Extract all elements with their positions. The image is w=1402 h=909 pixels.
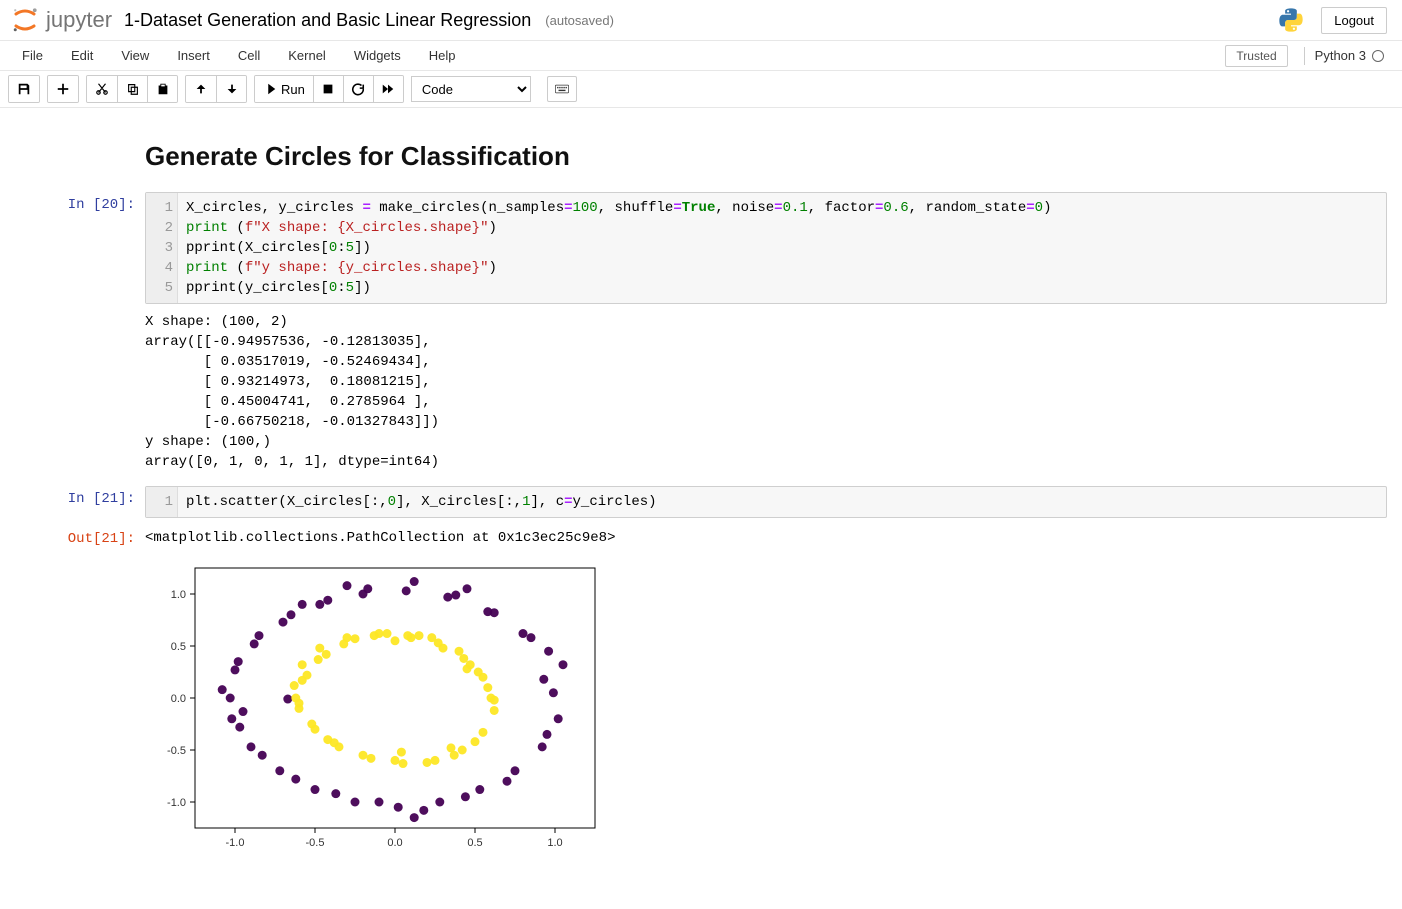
plus-icon: [56, 82, 70, 96]
command-palette-button[interactable]: [547, 76, 577, 102]
save-button[interactable]: [9, 76, 39, 102]
svg-text:1.0: 1.0: [171, 589, 186, 601]
notebook-header: jupyter 1-Dataset Generation and Basic L…: [0, 0, 1402, 41]
scatter-svg: -1.0 -0.5 0.0 0.5 1.0 -1.0 -0.5 0.0 0.5 1.0: [145, 558, 605, 858]
prompt-empty: [15, 123, 145, 184]
menu-widgets[interactable]: Widgets: [340, 42, 415, 69]
svg-text:-1.0: -1.0: [226, 837, 245, 849]
stop-icon: [321, 82, 335, 96]
notebook-name[interactable]: 1-Dataset Generation and Basic Linear Re…: [124, 10, 531, 31]
restart-button[interactable]: [343, 76, 373, 102]
paste-button[interactable]: [147, 76, 177, 102]
svg-text:0.0: 0.0: [171, 693, 186, 705]
code-cell-20[interactable]: In [20]: 1 2 3 4 5 X_circles, y_circles …: [0, 192, 1402, 472]
code-cell-21[interactable]: In [21]: 1 plt.scatter(X_circles[:,0], X…: [0, 486, 1402, 518]
svg-text:0.5: 0.5: [171, 641, 186, 653]
menu-kernel[interactable]: Kernel: [274, 42, 340, 69]
svg-text:-0.5: -0.5: [167, 745, 186, 757]
svg-text:0.0: 0.0: [387, 837, 402, 849]
paste-icon: [156, 82, 170, 96]
output-cell-21: Out[21]: <matplotlib.collections.PathCol…: [0, 526, 1402, 861]
toolbar: Run Code: [0, 71, 1402, 108]
svg-text:1.0: 1.0: [547, 837, 562, 849]
run-button[interactable]: Run: [255, 76, 313, 102]
menu-help[interactable]: Help: [415, 42, 470, 69]
svg-text:-1.0: -1.0: [167, 797, 186, 809]
menu-insert[interactable]: Insert: [163, 42, 224, 69]
out-prompt-21: Out[21]:: [15, 526, 145, 861]
svg-text:-0.5: -0.5: [306, 837, 325, 849]
logout-button[interactable]: Logout: [1321, 7, 1387, 34]
restart-run-all-button[interactable]: [373, 76, 403, 102]
restart-icon: [351, 82, 365, 96]
menu-file[interactable]: File: [8, 42, 57, 69]
keyboard-icon: [555, 82, 569, 96]
kernel-status-icon: [1372, 50, 1384, 62]
in-prompt-20: In [20]:: [15, 192, 145, 472]
notebook-container: Generate Circles for Classification In […: [0, 108, 1402, 909]
kernel-name[interactable]: Python 3: [1315, 48, 1366, 63]
copy-button[interactable]: [117, 76, 147, 102]
cut-button[interactable]: [87, 76, 117, 102]
trusted-indicator[interactable]: Trusted: [1225, 45, 1287, 67]
jupyter-logo-icon: [10, 5, 40, 35]
cut-icon: [95, 82, 109, 96]
insert-cell-button[interactable]: [48, 76, 78, 102]
line-gutter: 1 2 3 4 5: [146, 193, 178, 303]
code-input-21[interactable]: 1 plt.scatter(X_circles[:,0], X_circles[…: [145, 486, 1387, 518]
copy-icon: [126, 82, 140, 96]
celltype-select[interactable]: Code: [411, 76, 531, 102]
svg-text:0.5: 0.5: [467, 837, 482, 849]
jupyter-logo-text: jupyter: [46, 7, 112, 33]
menu-cell[interactable]: Cell: [224, 42, 274, 69]
repr-output-21: <matplotlib.collections.PathCollection a…: [145, 526, 1387, 548]
code-input-20[interactable]: 1 2 3 4 5 X_circles, y_circles = make_ci…: [145, 192, 1387, 304]
jupyter-logo[interactable]: jupyter: [10, 5, 112, 35]
code-text-21[interactable]: plt.scatter(X_circles[:,0], X_circles[:,…: [178, 487, 665, 517]
menu-edit[interactable]: Edit: [57, 42, 107, 69]
code-text-20[interactable]: X_circles, y_circles = make_circles(n_sa…: [178, 193, 1059, 303]
fast-forward-icon: [381, 82, 395, 96]
arrow-down-icon: [225, 82, 239, 96]
menu-view[interactable]: View: [107, 42, 163, 69]
move-up-button[interactable]: [186, 76, 216, 102]
scatter-plot: -1.0 -0.5 0.0 0.5 1.0 -1.0 -0.5 0.0 0.5 1.0: [145, 558, 1387, 861]
line-gutter: 1: [146, 487, 178, 517]
arrow-up-icon: [194, 82, 208, 96]
divider: [1304, 47, 1305, 65]
autosave-status: (autosaved): [545, 13, 614, 28]
move-down-button[interactable]: [216, 76, 246, 102]
save-icon: [17, 82, 31, 96]
python-icon: [1277, 6, 1305, 34]
run-icon: [263, 82, 277, 96]
interrupt-button[interactable]: [313, 76, 343, 102]
stdout-output-20: X shape: (100, 2) array([[-0.94957536, -…: [145, 304, 1387, 472]
in-prompt-21: In [21]:: [15, 486, 145, 518]
run-label: Run: [281, 82, 305, 97]
menubar: File Edit View Insert Cell Kernel Widget…: [0, 41, 1402, 71]
section-heading: Generate Circles for Classification: [145, 141, 1387, 172]
markdown-cell[interactable]: Generate Circles for Classification: [0, 123, 1402, 184]
